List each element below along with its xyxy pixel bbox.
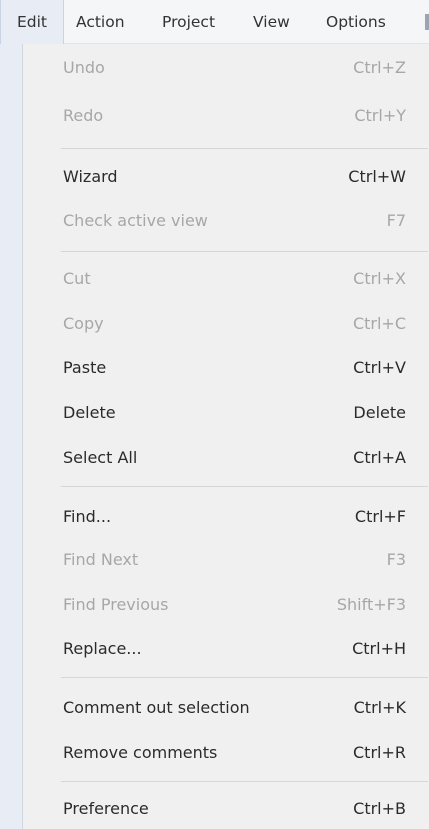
menu-item-label: Wizard (63, 167, 118, 186)
menu-item-preference[interactable]: Preference Ctrl+B (23, 790, 428, 828)
menu-item-shortcut: Ctrl+B (353, 799, 406, 818)
menu-action[interactable]: Action (76, 0, 125, 44)
menu-item-label: Select All (63, 448, 138, 467)
menu-item-find-previous[interactable]: Find Previous Shift+F3 (23, 586, 428, 624)
menu-item-find-next[interactable]: Find Next F3 (23, 541, 428, 579)
menu-item-paste[interactable]: Paste Ctrl+V (23, 349, 428, 387)
menu-item-remove-comments[interactable]: Remove comments Ctrl+R (23, 734, 428, 772)
menu-view[interactable]: View (253, 0, 290, 44)
menu-item-label: Copy (63, 314, 104, 333)
menu-item-delete[interactable]: Delete Delete (23, 394, 428, 432)
menu-item-select-all[interactable]: Select All Ctrl+A (23, 439, 428, 477)
menu-item-wizard[interactable]: Wizard Ctrl+W (23, 158, 428, 196)
menu-item-shortcut: Ctrl+K (353, 698, 406, 717)
menu-item-label: Delete (63, 403, 116, 422)
menu-item-label: Remove comments (63, 743, 218, 762)
menu-item-shortcut: Ctrl+V (353, 358, 406, 377)
menu-item-label: Replace... (63, 639, 142, 658)
menu-item-comment-out-selection[interactable]: Comment out selection Ctrl+K (23, 689, 428, 727)
menu-item-shortcut: Ctrl+C (352, 314, 406, 333)
menu-separator (61, 251, 428, 252)
menu-item-label: Find Next (63, 550, 139, 569)
menu-edit[interactable]: Edit (0, 0, 64, 44)
menu-item-shortcut: Shift+F3 (336, 595, 406, 614)
menu-item-label: Check active view (63, 211, 208, 230)
menu-item-shortcut: Ctrl+X (353, 269, 406, 288)
menu-item-label: Redo (63, 106, 104, 125)
menu-item-label: Preference (63, 799, 149, 818)
menu-item-label: Find... (63, 507, 112, 526)
menu-separator (61, 148, 428, 149)
menu-bar: Edit Action Project View Options (0, 0, 429, 44)
window-left-strip (0, 44, 22, 829)
menu-item-shortcut: Ctrl+A (353, 448, 406, 467)
menu-options[interactable]: Options (326, 0, 386, 44)
menu-item-shortcut: Ctrl+W (348, 167, 406, 186)
menu-item-check-active-view[interactable]: Check active view F7 (23, 202, 428, 240)
menu-item-shortcut: Ctrl+R (353, 743, 406, 762)
menu-item-redo[interactable]: Redo Ctrl+Y (23, 97, 428, 135)
menu-item-label: Paste (63, 358, 107, 377)
menu-item-shortcut: F7 (386, 211, 406, 230)
menu-item-label: Cut (63, 269, 91, 288)
menu-item-cut[interactable]: Cut Ctrl+X (23, 260, 428, 298)
menubar-edge-marker (425, 14, 429, 30)
menu-item-find[interactable]: Find... Ctrl+F (23, 498, 428, 536)
menu-item-shortcut: Delete (353, 403, 406, 422)
menu-item-copy[interactable]: Copy Ctrl+C (23, 305, 428, 343)
menu-item-shortcut: Ctrl+Z (353, 58, 406, 77)
menu-item-label: Comment out selection (63, 698, 250, 717)
menu-item-undo[interactable]: Undo Ctrl+Z (23, 49, 428, 87)
menu-item-shortcut: Ctrl+H (352, 639, 406, 658)
menu-item-label: Undo (63, 58, 105, 77)
menu-item-shortcut: F3 (386, 550, 406, 569)
menu-separator (61, 677, 428, 678)
menu-project[interactable]: Project (162, 0, 215, 44)
menu-item-shortcut: Ctrl+F (354, 507, 406, 526)
menu-item-label: Find Previous (63, 595, 169, 614)
menu-item-replace[interactable]: Replace... Ctrl+H (23, 630, 428, 668)
edit-dropdown-menu: Undo Ctrl+Z Redo Ctrl+Y Wizard Ctrl+W Ch… (22, 44, 429, 829)
menu-item-shortcut: Ctrl+Y (354, 106, 406, 125)
menu-separator (61, 781, 428, 782)
menu-separator (61, 486, 428, 487)
